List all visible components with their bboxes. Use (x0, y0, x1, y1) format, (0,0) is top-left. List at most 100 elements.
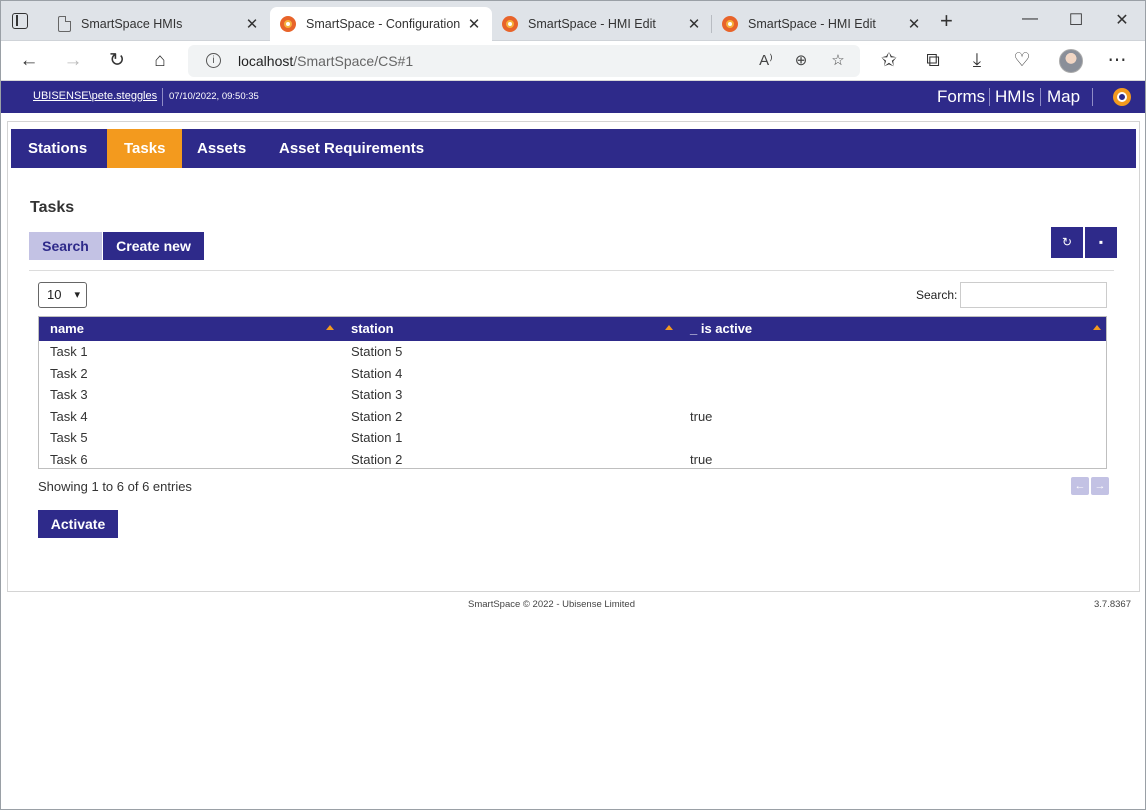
cell-name: Task 2 (50, 365, 88, 381)
table-row[interactable]: Task 2 Station 4 (39, 363, 1106, 385)
tab-asset-requirements[interactable]: Asset Requirements (262, 129, 441, 168)
nav-forms[interactable]: Forms (937, 87, 985, 107)
close-tab-icon[interactable]: ✕ (466, 15, 482, 33)
chevron-down-icon: ▾ (74, 289, 80, 301)
header-separator (1040, 88, 1041, 106)
cell-is-active: true (690, 408, 713, 424)
back-button[interactable]: ← (17, 49, 41, 73)
cell-station: Station 3 (351, 387, 403, 403)
close-tab-icon[interactable]: ✕ (244, 15, 260, 33)
next-page-button[interactable]: → (1091, 477, 1109, 495)
table-info: Showing 1 to 6 of 6 entries (38, 479, 192, 494)
cell-name: Task 1 (50, 344, 88, 359)
browser-tab-label: SmartSpace - Configuration (306, 17, 460, 31)
cell-name: Task 4 (50, 408, 88, 424)
sort-asc-icon[interactable] (1093, 325, 1101, 330)
cell-station: Station 4 (351, 365, 403, 381)
page-length-select[interactable]: 10 ▾ (38, 282, 87, 308)
tasks-table: name station _ is active Task 1 Station … (38, 316, 1107, 469)
home-button[interactable]: ⌂ (148, 49, 172, 73)
search-button[interactable]: Search (29, 232, 102, 260)
table-header: name station _ is active (39, 317, 1106, 341)
nav-map[interactable]: Map (1047, 87, 1080, 107)
previous-page-button[interactable]: ← (1071, 477, 1089, 495)
column-header-station[interactable]: station (351, 317, 394, 341)
sort-asc-icon[interactable] (665, 325, 673, 330)
cell-name: Task 6 (50, 452, 88, 467)
table-row[interactable]: Task 1 Station 5 (39, 341, 1106, 363)
tab-tasks[interactable]: Tasks (107, 129, 183, 168)
config-tabs: Stations Tasks Assets Asset Requirements (11, 129, 1136, 168)
cell-station: Station 2 (351, 452, 403, 467)
ubisense-logo-icon[interactable] (1113, 88, 1131, 106)
favorites-icon[interactable]: ✩ (877, 49, 901, 73)
maximize-button[interactable]: ☐ (1061, 10, 1091, 30)
smartspace-favicon-icon (502, 16, 518, 32)
address-url[interactable]: localhost/SmartSpace/CS#1 (238, 53, 413, 69)
browser-tab-hmi-edit-1[interactable]: SmartSpace - HMI Edit ✕ (492, 7, 712, 41)
minimize-button[interactable]: — (1015, 10, 1045, 28)
page-title: Tasks (30, 199, 75, 216)
browser-tab-hmi-edit-2[interactable]: SmartSpace - HMI Edit ✕ (712, 7, 932, 41)
browser-tab-label: SmartSpace - HMI Edit (748, 17, 876, 31)
health-icon[interactable]: ♡ (1010, 49, 1034, 73)
table-row[interactable]: Task 3 Station 3 (39, 384, 1106, 406)
column-header-name[interactable]: name (50, 317, 84, 341)
footer-version: 3.7.8367 (1094, 599, 1131, 610)
page-icon (58, 16, 71, 32)
divider (29, 270, 1114, 271)
new-tab-button[interactable]: + (940, 10, 953, 32)
close-window-button[interactable]: ✕ (1107, 10, 1137, 30)
read-aloud-icon[interactable]: A⁾ (755, 50, 777, 72)
address-host: localhost (238, 53, 294, 69)
tab-assets[interactable]: Assets (180, 129, 263, 168)
zoom-icon[interactable]: ⊕ (790, 50, 812, 72)
footer-copyright: SmartSpace © 2022 - Ubisense Limited (468, 599, 635, 610)
forward-button[interactable]: → (61, 49, 85, 73)
site-info-icon[interactable]: i (206, 53, 221, 68)
downloads-icon[interactable]: ⤓ (965, 49, 989, 73)
column-header-is-active[interactable]: _ is active (690, 317, 752, 341)
save-button[interactable]: ▪ (1085, 227, 1117, 258)
reload-button[interactable]: ↻ (105, 49, 129, 73)
close-tab-icon[interactable]: ✕ (906, 15, 922, 33)
browser-tab-strip: SmartSpace HMIs ✕ SmartSpace - Configura… (0, 0, 1146, 41)
browser-tab-configuration[interactable]: SmartSpace - Configuration ✕ (270, 7, 492, 41)
header-separator (1092, 88, 1093, 106)
save-icon: ▪ (1098, 235, 1104, 249)
table-row[interactable]: Task 6 Station 2 true (39, 449, 1106, 471)
more-menu-icon[interactable]: ⋯ (1105, 49, 1129, 73)
activate-button[interactable]: Activate (38, 510, 118, 538)
user-link[interactable]: UBISENSE\pete.steggles (33, 90, 157, 102)
table-row[interactable]: Task 4 Station 2 true (39, 406, 1106, 428)
create-new-button[interactable]: Create new (103, 232, 204, 260)
main-content: Stations Tasks Assets Asset Requirements… (7, 121, 1140, 592)
table-row[interactable]: Task 5 Station 1 (39, 427, 1106, 449)
add-favorite-icon[interactable]: ☆ (827, 50, 849, 72)
refresh-button[interactable]: ↻ (1051, 227, 1083, 258)
cell-name: Task 5 (50, 430, 88, 446)
browser-tab-label: SmartSpace HMIs (81, 17, 183, 31)
sort-asc-icon[interactable] (326, 325, 334, 330)
browser-tab-label: SmartSpace - HMI Edit (528, 17, 656, 31)
cell-name: Task 3 (50, 387, 88, 403)
table-search-label: Search: (916, 288, 958, 302)
cell-station: Station 5 (351, 344, 403, 359)
table-search-input[interactable] (960, 282, 1107, 308)
address-path: /SmartSpace/CS#1 (293, 53, 414, 69)
page-length-value: 10 (47, 287, 62, 302)
app-header: UBISENSE\pete.steggles 07/10/2022, 09:50… (0, 81, 1146, 113)
address-bar[interactable]: i localhost/SmartSpace/CS#1 A⁾ ⊕ ☆ (188, 45, 860, 77)
cell-station: Station 2 (351, 408, 403, 424)
smartspace-favicon-icon (722, 16, 738, 32)
header-datetime: 07/10/2022, 09:50:35 (169, 91, 259, 102)
refresh-icon: ↻ (1061, 235, 1073, 249)
tab-actions-icon[interactable] (12, 13, 28, 29)
close-tab-icon[interactable]: ✕ (686, 15, 702, 33)
profile-avatar[interactable] (1059, 49, 1083, 73)
nav-hmis[interactable]: HMIs (995, 87, 1035, 107)
header-separator (989, 88, 990, 106)
browser-tab-hmis[interactable]: SmartSpace HMIs ✕ (48, 7, 270, 41)
tab-stations[interactable]: Stations (11, 129, 104, 168)
collections-icon[interactable]: ⧉ (921, 49, 945, 73)
